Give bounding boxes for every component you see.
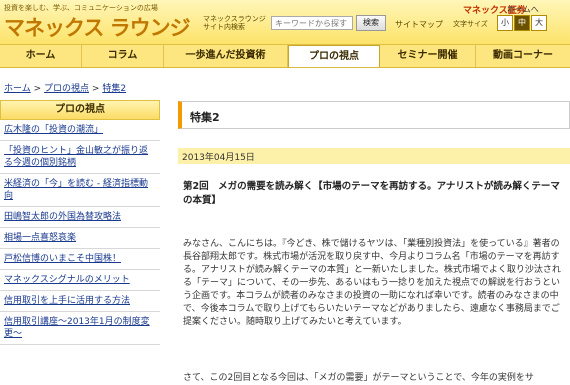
article-headline: 第2回 メガの需要を読み解く【市場のテーマを再訪する。アナリストが読み解くテーマ… <box>183 181 560 206</box>
sidebar-link[interactable]: マネックスシグナルのメリット <box>4 275 130 285</box>
sidebar-link[interactable]: 田嶋智太郎の外国為替攻略法 <box>4 212 121 222</box>
article-title-bar: 特集2 <box>178 101 570 129</box>
sidebar-item: 相場一点喜怒哀楽 <box>0 228 160 249</box>
nav-advanced-investing[interactable]: 一歩進んだ投資術 <box>164 45 288 67</box>
article-body: みなさん、こんにちは。『今どき、株で儲けるヤツは、「業種別投資法」を使っている』… <box>183 239 561 327</box>
sitemap-link[interactable]: サイトマップ <box>395 19 443 30</box>
sidebar-item: 米経済の「今」を読む - 経済指標動向 <box>0 174 160 207</box>
sidebar-item: 信用取引講座〜2013年1月の制度変更〜 <box>0 312 160 345</box>
breadcrumb-separator: > <box>91 84 100 94</box>
breadcrumb-separator: > <box>33 84 42 94</box>
brand-home-link[interactable]: ホームへ <box>507 4 539 15</box>
nav-column[interactable]: コラム <box>82 45 164 67</box>
font-size-medium-button[interactable]: 中 <box>514 15 530 31</box>
sidebar-item: マネックスシグナルのメリット <box>0 270 160 291</box>
site-logo[interactable]: マネックス ラウンジ <box>4 12 191 42</box>
breadcrumb-section[interactable]: プロの視点 <box>44 84 89 94</box>
breadcrumb-current[interactable]: 特集2 <box>102 84 126 94</box>
sidebar-link[interactable]: 広木隆の「投資の潮流」 <box>4 125 103 135</box>
nav-video[interactable]: 動画コーナー <box>476 45 570 67</box>
breadcrumb: ホーム > プロの視点 > 特集2 <box>4 81 126 94</box>
font-size-large-button[interactable]: 大 <box>531 15 547 31</box>
sidebar-item: 「投資のヒント」金山敏之が振り返る今週の個別銘柄 <box>0 141 160 174</box>
sidebar-heading: プロの視点 <box>0 100 160 120</box>
main-nav: ホーム コラム 一歩進んだ投資術 プロの視点 セミナー開催 動画コーナー <box>0 45 570 68</box>
sidebar-link[interactable]: 信用取引を上手に活用する方法 <box>4 296 130 306</box>
sidebar-link[interactable]: 相場一点喜怒哀楽 <box>4 233 76 243</box>
sidebar: プロの視点 広木隆の「投資の潮流」 「投資のヒント」金山敏之が振り返る今週の個別… <box>0 100 160 345</box>
breadcrumb-home[interactable]: ホーム <box>4 84 31 94</box>
sidebar-item: 広木隆の「投資の潮流」 <box>0 120 160 141</box>
sidebar-item: 田嶋智太郎の外国為替攻略法 <box>0 207 160 228</box>
article-title: 特集2 <box>190 111 220 124</box>
nav-home[interactable]: ホーム <box>0 45 82 67</box>
search-input[interactable] <box>271 16 353 30</box>
nav-seminar[interactable]: セミナー開催 <box>380 45 476 67</box>
font-size-small-button[interactable]: 小 <box>497 15 513 31</box>
sidebar-link[interactable]: 戸松信博のいまこそ中国株！ <box>4 254 121 264</box>
sidebar-link[interactable]: 信用取引講座〜2013年1月の制度変更〜 <box>4 317 150 339</box>
article-date-bar: 2013年04月15日 <box>178 148 570 164</box>
search-button[interactable]: 検索 <box>356 15 386 31</box>
sidebar-item: 信用取引を上手に活用する方法 <box>0 291 160 312</box>
site-header: 投資を楽しむ、学ぶ、コミュニケーションの広場 マネックス ラウンジ マネックスラ… <box>0 0 570 45</box>
sidebar-link[interactable]: 「投資のヒント」金山敏之が振り返る今週の個別銘柄 <box>4 146 148 168</box>
site-search-label: マネックスラウンジ サイト内検索 <box>203 15 266 31</box>
font-size-label: 文字サイズ <box>453 20 488 28</box>
article-date: 2013年04月15日 <box>182 153 255 163</box>
nav-pro-view[interactable]: プロの視点 <box>288 45 380 67</box>
sidebar-link[interactable]: 米経済の「今」を読む - 経済指標動向 <box>4 179 148 201</box>
sidebar-item: 戸松信博のいまこそ中国株！ <box>0 249 160 270</box>
